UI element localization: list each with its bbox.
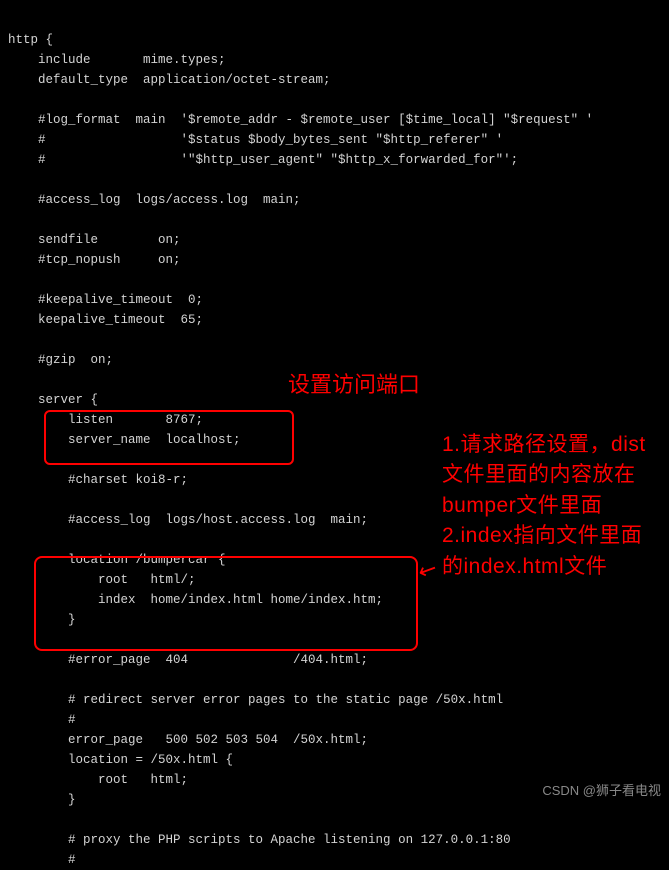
code-line: #log_format main '$remote_addr - $remote… [8, 113, 593, 127]
code-line: default_type application/octet-stream; [8, 73, 331, 87]
code-line: location /bumpercar { [8, 553, 226, 567]
code-line: # '$status $body_bytes_sent "$http_refer… [8, 133, 503, 147]
code-line: #tcp_nopush on; [8, 253, 181, 267]
code-line: sendfile on; [8, 233, 181, 247]
code-line: location = /50x.html { [8, 753, 233, 767]
code-line: #charset koi8-r; [8, 473, 188, 487]
code-line: listen 8767; [8, 413, 203, 427]
code-line: # proxy the PHP scripts to Apache listen… [8, 833, 511, 847]
code-line: } [8, 613, 76, 627]
code-line: # '"$http_user_agent" "$http_x_forwarded… [8, 153, 518, 167]
code-line: } [8, 793, 76, 807]
code-line: #access_log logs/access.log main; [8, 193, 301, 207]
code-line: #error_page 404 /404.html; [8, 653, 368, 667]
code-line: http { [8, 33, 53, 47]
code-line: root html/; [8, 573, 196, 587]
code-line: server { [8, 393, 98, 407]
code-line: root html; [8, 773, 188, 787]
code-line: #gzip on; [8, 353, 113, 367]
annotation-port-title: 设置访问端口 [288, 367, 420, 399]
code-line: # [8, 713, 76, 727]
code-line: server_name localhost; [8, 433, 241, 447]
code-line: include mime.types; [8, 53, 226, 67]
code-line: index home/index.html home/index.htm; [8, 593, 383, 607]
code-line: # [8, 853, 76, 867]
code-line: keepalive_timeout 65; [8, 313, 203, 327]
code-line: #keepalive_timeout 0; [8, 293, 203, 307]
watermark-text: CSDN @狮子看电视 [542, 780, 661, 799]
code-line: #access_log logs/host.access.log main; [8, 513, 368, 527]
annotation-location-desc: 1.请求路径设置，dist文件里面的内容放在bumper文件里面 2.index… [442, 430, 662, 582]
code-line: # redirect server error pages to the sta… [8, 693, 503, 707]
code-line: error_page 500 502 503 504 /50x.html; [8, 733, 368, 747]
